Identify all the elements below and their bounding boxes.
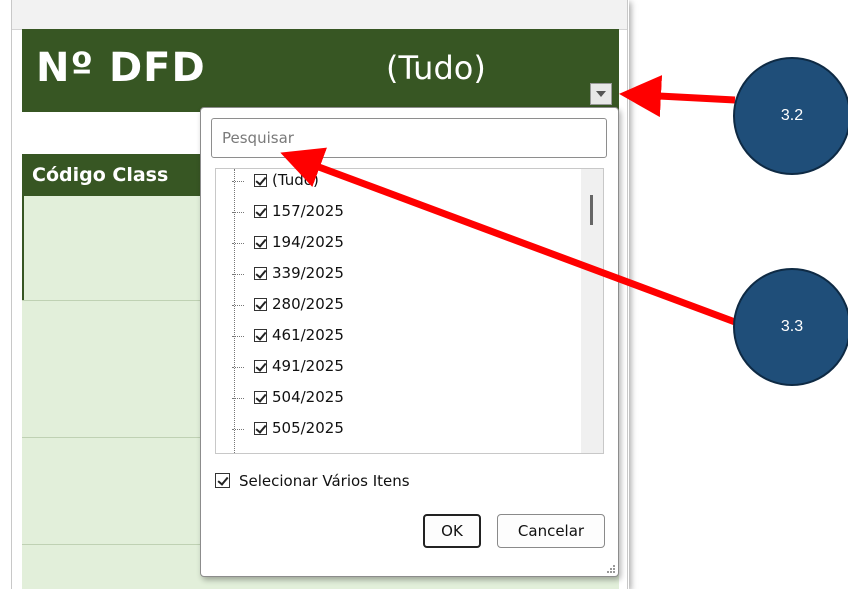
arrow-to-search: [280, 147, 737, 326]
callout-3-3: 3.3: [733, 268, 848, 386]
annotation-arrows: [280, 75, 737, 326]
callout-3-2: 3.2: [733, 57, 848, 175]
arrow-to-dropdown: [619, 75, 736, 118]
